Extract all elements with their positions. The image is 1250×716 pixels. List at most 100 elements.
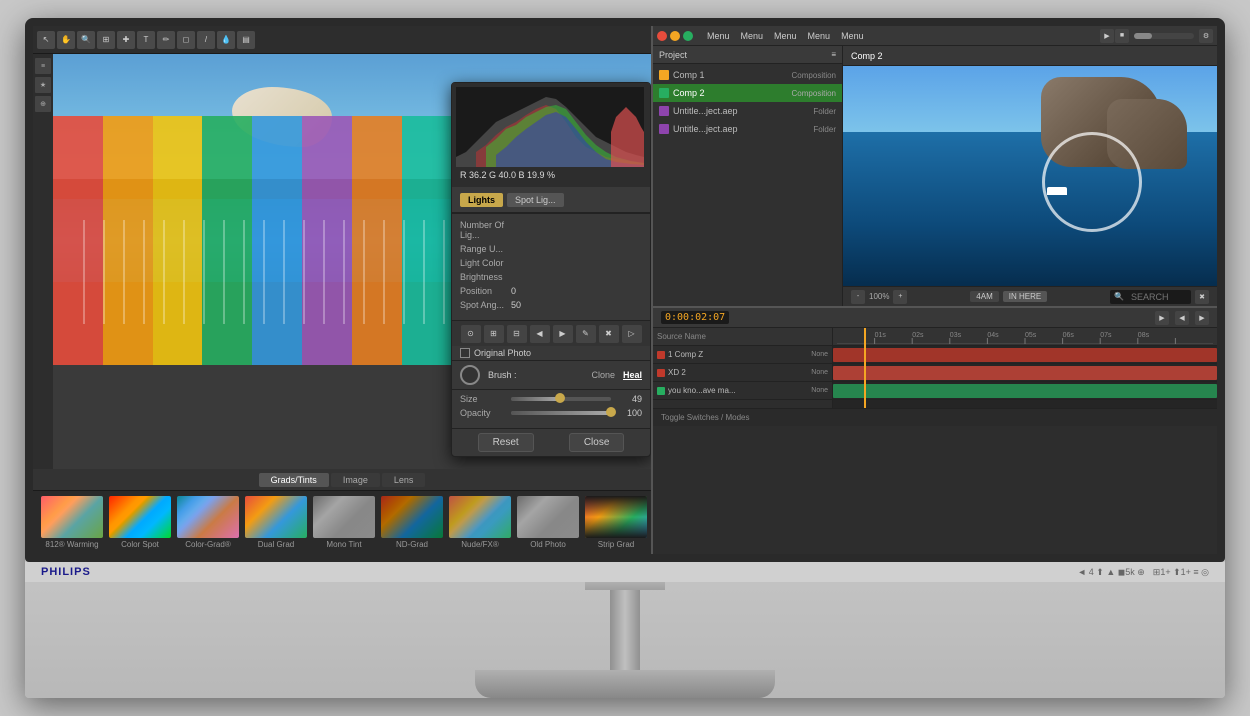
menu-item-5[interactable]: Menu — [836, 26, 869, 45]
thumb-color-spot[interactable]: Color Spot — [109, 496, 171, 549]
thumb-dual-grad[interactable]: Dual Grad — [245, 496, 307, 549]
shape-tool[interactable]: ◻ — [177, 31, 195, 49]
zoom-in-btn[interactable]: + — [893, 290, 907, 304]
close-dot[interactable] — [657, 31, 667, 41]
close-button[interactable]: Close — [569, 433, 625, 452]
layers-tool[interactable]: ≡ — [35, 58, 51, 74]
project-menu-icon[interactable]: ≡ — [831, 50, 836, 59]
menu-item-4[interactable]: Menu — [803, 26, 836, 45]
play-button[interactable]: ▶ — [1100, 29, 1114, 43]
zoom-tool[interactable]: 🔍 — [77, 31, 95, 49]
spot-light-button[interactable]: Spot Lig... — [507, 193, 564, 207]
histogram-panel: R 36.2 G 40.0 B 19.9 % — [452, 83, 650, 187]
brush-tool[interactable]: ✏ — [157, 31, 175, 49]
tl-play-btn[interactable]: ▶ — [1155, 311, 1169, 325]
size-slider[interactable] — [511, 397, 611, 401]
tool-btn-6[interactable]: ✎ — [576, 325, 596, 343]
project-item-folder1[interactable]: Untitle...ject.aep Folder — [653, 102, 842, 120]
pen-tool[interactable]: / — [197, 31, 215, 49]
arrow-tool[interactable]: ↖ — [37, 31, 55, 49]
tool-btn-5[interactable]: ▶ — [553, 325, 573, 343]
comp2-color — [659, 88, 669, 98]
tool-btn-3[interactable]: ⊟ — [507, 325, 527, 343]
heal-tool[interactable]: ✚ — [117, 31, 135, 49]
layer-row-0[interactable]: 1 Comp Z None — [653, 346, 832, 364]
monitor-stand-top — [585, 582, 665, 590]
original-photo-label: Original Photo — [474, 348, 531, 358]
track-bar-1[interactable] — [833, 366, 1217, 380]
thumb-nd-grad[interactable]: ND-Grad — [381, 496, 443, 549]
thumb-mono-tint-label: Mono Tint — [326, 540, 361, 549]
svg-text:04s: 04s — [987, 332, 999, 339]
reset-button[interactable]: Reset — [478, 433, 534, 452]
monitor-bottom-bezel: PHILIPS ◄ 4 ⬆ ▲ ◼5k ⊕ ⊞1+ ⬆1+ ≡ ◎ — [25, 562, 1225, 582]
ae-viewer-controls: - 100% + 4AM IN HERE 🔍 — [843, 286, 1217, 306]
philips-brand: PHILIPS — [41, 566, 91, 578]
filter-tabs: Grads/Tints Image Lens — [33, 469, 651, 491]
power-btn[interactable]: ◄ 4 ⬆ ▲ ◼5k ⊕ — [1077, 567, 1144, 578]
tl-prev-btn[interactable]: ◀ — [1175, 311, 1189, 325]
search-input[interactable] — [1127, 291, 1187, 303]
tool-btn-1[interactable]: ⊙ — [461, 325, 481, 343]
right-controls[interactable]: ⊞1+ ⬆1+ ≡ ◎ — [1153, 567, 1209, 578]
project-panel-header: Project ≡ — [653, 46, 842, 64]
effects-tool[interactable]: ★ — [35, 77, 51, 93]
lights-button[interactable]: Lights — [460, 193, 503, 207]
track-2 — [833, 382, 1217, 400]
layer-row-2[interactable]: you kno...ave ma... None — [653, 382, 832, 400]
opacity-value: 100 — [617, 408, 642, 418]
text-tool[interactable]: T — [137, 31, 155, 49]
project-item-comp1[interactable]: Comp 1 Composition — [653, 66, 842, 84]
thumb-warming[interactable]: 812® Warming — [41, 496, 103, 549]
menu-item-2[interactable]: Menu — [736, 26, 769, 45]
opacity-slider[interactable] — [511, 411, 611, 415]
4am-button[interactable]: 4AM — [970, 291, 998, 302]
minimize-dot[interactable] — [670, 31, 680, 41]
left-panel: ↖ ✋ 🔍 ⊞ ✚ T ✏ ◻ / 💧 ▤ ≡ ★ — [33, 26, 653, 554]
heal-button[interactable]: Heal — [623, 370, 642, 380]
thumb-strip-grad[interactable]: Strip Grad — [585, 496, 647, 549]
zoom-out-btn[interactable]: - — [851, 290, 865, 304]
crop-tool[interactable]: ⊞ — [97, 31, 115, 49]
project-item-folder2[interactable]: Untitle...ject.aep Folder — [653, 120, 842, 138]
project-item-comp2[interactable]: Comp 2 Composition — [653, 84, 842, 102]
playback-slider[interactable] — [1134, 33, 1194, 39]
menu-item-3[interactable]: Menu — [769, 26, 802, 45]
comp1-color — [659, 70, 669, 80]
thumb-dual-grad-label: Dual Grad — [258, 540, 294, 549]
tool-btn-8[interactable]: ▷ — [622, 325, 642, 343]
spot-angle-value: 50 — [511, 300, 521, 310]
settings-icon[interactable]: ⚙ — [1199, 29, 1213, 43]
original-photo-checkbox[interactable] — [460, 348, 470, 358]
thumb-old-photo[interactable]: Old Photo — [517, 496, 579, 549]
thumb-color-spot-label: Color Spot — [121, 540, 159, 549]
thumb-nude-fx[interactable]: Nude/FX® — [449, 496, 511, 549]
range-label: Range U... — [460, 244, 505, 254]
close-search-btn[interactable]: ✖ — [1195, 290, 1209, 304]
gradient-tool[interactable]: ▤ — [237, 31, 255, 49]
spot-angle-label: Spot Ang... — [460, 300, 505, 310]
range-row: Range U... — [460, 244, 642, 254]
tool-btn-7[interactable]: ✖ — [599, 325, 619, 343]
tab-lens[interactable]: Lens — [382, 473, 426, 487]
tl-next-btn[interactable]: ▶ — [1195, 311, 1209, 325]
hand-tool[interactable]: ✋ — [57, 31, 75, 49]
track-bar-2[interactable] — [833, 384, 1217, 398]
tool-btn-4[interactable]: ◀ — [530, 325, 550, 343]
menu-item-1[interactable]: Menu — [702, 26, 735, 45]
adjust-tool[interactable]: ⊕ — [35, 96, 51, 112]
layer-row-1[interactable]: XD 2 None — [653, 364, 832, 382]
ae-menu-bar: Menu Menu Menu Menu Menu ▶ ■ ⚙ — [653, 26, 1217, 46]
tool-btn-2[interactable]: ⊞ — [484, 325, 504, 343]
tab-image[interactable]: Image — [331, 473, 380, 487]
project-items-list: Comp 1 Composition Comp 2 Composition — [653, 64, 842, 306]
track-bar-0[interactable] — [833, 348, 1217, 362]
tab-grads-tints[interactable]: Grads/Tints — [259, 473, 329, 487]
thumb-mono-tint[interactable]: Mono Tint — [313, 496, 375, 549]
inhere-button[interactable]: IN HERE — [1003, 291, 1047, 302]
maximize-dot[interactable] — [683, 31, 693, 41]
eyedrop-tool[interactable]: 💧 — [217, 31, 235, 49]
stop-button[interactable]: ■ — [1115, 29, 1129, 43]
thumb-color-grad[interactable]: Color-Grad® — [177, 496, 239, 549]
clone-button[interactable]: Clone — [591, 370, 615, 380]
